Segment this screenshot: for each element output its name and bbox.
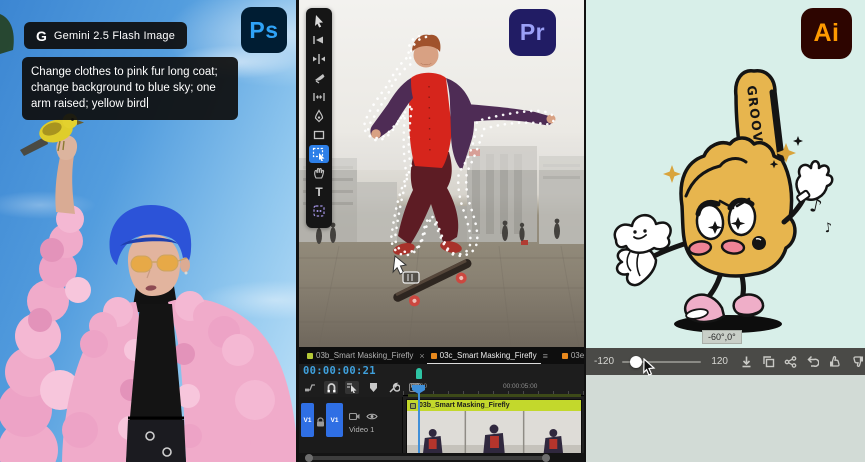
music-note-icon: ♪ <box>823 220 833 236</box>
playhead-line[interactable] <box>418 393 420 453</box>
ripple-edit-tool[interactable] <box>309 50 329 68</box>
linked-selection-icon[interactable] <box>345 381 359 394</box>
timeline-settings-icon[interactable] <box>387 381 401 394</box>
track-target-v1[interactable]: V1 <box>326 403 343 437</box>
sequence-color-chip <box>562 353 568 359</box>
tab-label: 03b_Smart Masking_Firefly <box>316 351 413 360</box>
slip-tool[interactable] <box>309 88 329 106</box>
skateboard <box>392 258 478 314</box>
selection-tool[interactable] <box>309 12 329 30</box>
illustrator-panel: GROOVE FAN <box>586 0 865 462</box>
snap-icon[interactable] <box>324 381 338 394</box>
clip-fx-icon <box>410 403 416 409</box>
photoshop-logo: Ps <box>241 7 287 53</box>
tab-label: 03e_Sma <box>571 351 584 360</box>
tab-label: 03c_Smart Masking_Firefly <box>440 351 537 360</box>
scrollbar-handle-right[interactable] <box>542 454 550 462</box>
track-output-eye-icon[interactable] <box>366 408 378 426</box>
rotation-tooltip: -60°,0° <box>702 330 742 344</box>
hand-tool[interactable] <box>309 164 329 182</box>
screenshot-root: G Gemini 2.5 Flash Image Change clothes … <box>0 0 865 462</box>
pen-tool[interactable] <box>309 107 329 125</box>
smiling-cloud <box>615 215 671 252</box>
nest-toggle-icon[interactable] <box>303 381 317 394</box>
text-cursor <box>147 97 148 108</box>
sync-lock-icon[interactable] <box>349 408 360 426</box>
tab-close-icon[interactable]: × <box>417 351 426 361</box>
razor-tool[interactable] <box>309 69 329 87</box>
sequence-color-chip <box>431 353 437 359</box>
mouse-cursor <box>641 358 657 376</box>
workspace-background <box>586 375 865 462</box>
scroll-lane <box>299 453 584 462</box>
illustrator-logo: Ai <box>801 8 852 59</box>
thumbs-up-icon[interactable] <box>828 355 842 368</box>
premiere-toolbar: T <box>306 8 332 228</box>
timeline-tabs: 03b_Smart Masking_Firefly × 03c_Smart Ma… <box>299 347 584 364</box>
premiere-logo: Pr <box>509 9 556 56</box>
ruler-tick-label: 00:00:05:00 <box>503 383 537 390</box>
rotation-slider[interactable] <box>622 361 701 363</box>
track-name: Video 1 <box>349 425 374 434</box>
sequence-marker[interactable] <box>416 368 422 379</box>
drag-cursor <box>393 256 419 283</box>
raised-arm <box>55 152 75 214</box>
smart-mask-tool[interactable] <box>309 202 329 220</box>
undo-icon[interactable] <box>806 355 819 368</box>
prompt-input[interactable]: Change clothes to pink fur long coat; ch… <box>22 57 238 120</box>
generation-toolbar: -120 120 <box>586 348 865 375</box>
track-select-forward-tool[interactable] <box>309 31 329 49</box>
object-selection-tool[interactable] <box>309 145 329 163</box>
horizontal-scrollbar[interactable] <box>305 456 550 460</box>
add-marker-icon[interactable] <box>366 381 380 394</box>
scrollbar-handle-left[interactable] <box>305 454 313 462</box>
variations-icon[interactable] <box>784 355 797 368</box>
timeline-panel: 03b_Smart Masking_Firefly × 03c_Smart Ma… <box>299 347 584 462</box>
rectangle-tool[interactable] <box>309 126 329 144</box>
tab-03c-smart-masking[interactable]: 03c_Smart Masking_Firefly <box>427 347 541 364</box>
source-patch-v1[interactable]: V1 <box>301 403 314 437</box>
tab-03e-smart-masking[interactable]: 03e_Sma <box>558 347 584 364</box>
sparkle-icon <box>663 165 681 183</box>
download-icon[interactable] <box>740 355 753 368</box>
gemini-model-label: Gemini 2.5 Flash Image <box>54 30 175 42</box>
timecode-display[interactable]: 00:00:00:21 <box>303 365 376 377</box>
track-lock-icon[interactable] <box>316 414 325 432</box>
panel-menu-icon[interactable]: ≡ <box>541 351 550 361</box>
photoshop-panel: G Gemini 2.5 Flash Image Change clothes … <box>0 0 296 462</box>
copy-icon[interactable] <box>762 355 775 368</box>
premiere-panel: T Pr 03b_Smart Masking_Firefly × 03c_Sma… <box>299 0 584 462</box>
clip-name: 03b_Smart Masking_Firefly <box>419 402 510 409</box>
thumbs-down-icon[interactable] <box>851 355 865 368</box>
slider-min-label: -120 <box>594 356 614 367</box>
gemini-model-chip: G Gemini 2.5 Flash Image <box>24 22 187 49</box>
prompt-text: Change clothes to pink fur long coat; ch… <box>31 66 218 110</box>
sparkle-icon <box>793 136 803 146</box>
type-tool[interactable]: T <box>309 183 329 201</box>
google-g-icon: G <box>36 28 47 44</box>
sequence-color-chip <box>307 353 313 359</box>
tab-03b-smart-masking[interactable]: 03b_Smart Masking_Firefly <box>303 347 417 364</box>
track-area: V1 V1 Video 1 <box>299 397 584 462</box>
slider-max-label: 120 <box>711 356 728 367</box>
